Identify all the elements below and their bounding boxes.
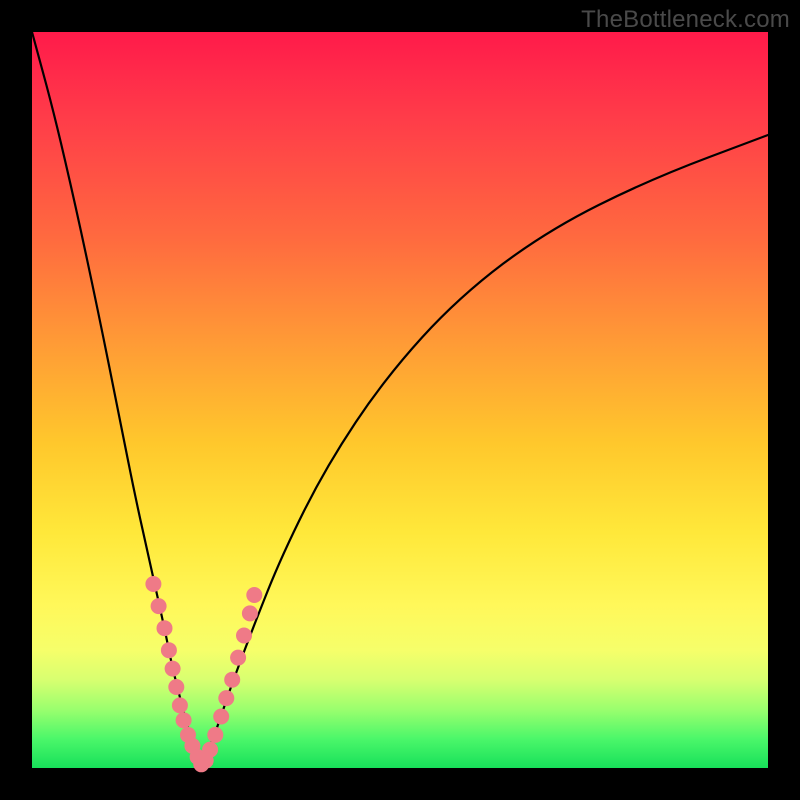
sample-dot bbox=[230, 650, 246, 666]
sample-dot bbox=[176, 712, 192, 728]
sample-dot bbox=[242, 605, 258, 621]
sample-dot bbox=[161, 642, 177, 658]
sample-dot bbox=[172, 697, 188, 713]
plot-area bbox=[32, 32, 768, 768]
sample-dot bbox=[202, 742, 218, 758]
sample-dot bbox=[213, 709, 229, 725]
sample-dot bbox=[224, 672, 240, 688]
sample-dot bbox=[165, 661, 181, 677]
chart-svg bbox=[32, 32, 768, 768]
chart-frame: TheBottleneck.com bbox=[0, 0, 800, 800]
watermark-text: TheBottleneck.com bbox=[581, 6, 790, 34]
sample-dot bbox=[157, 620, 173, 636]
sample-dot bbox=[246, 587, 262, 603]
sample-dot bbox=[207, 727, 223, 743]
sample-dots bbox=[145, 576, 262, 772]
sample-dot bbox=[236, 628, 252, 644]
curve-left-branch bbox=[32, 32, 201, 768]
sample-dot bbox=[145, 576, 161, 592]
sample-dot bbox=[151, 598, 167, 614]
sample-dot bbox=[168, 679, 184, 695]
curve-right-branch bbox=[201, 135, 768, 768]
sample-dot bbox=[218, 690, 234, 706]
